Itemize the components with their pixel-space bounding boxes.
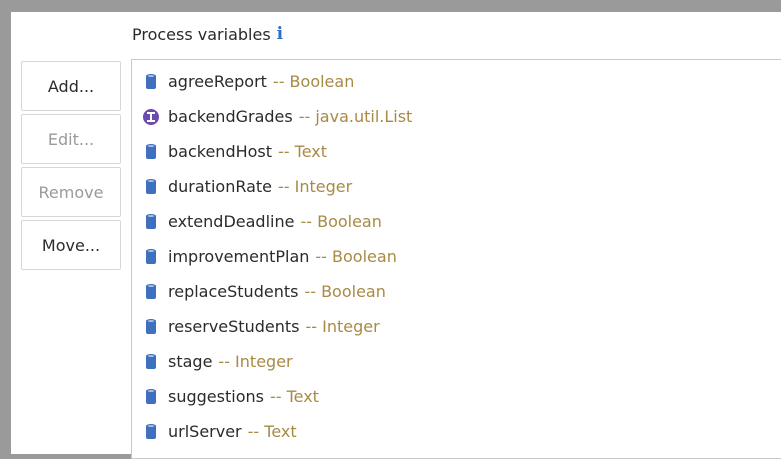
java-object-icon: [142, 107, 160, 127]
variable-type: -- Integer: [278, 177, 353, 196]
list-item[interactable]: urlServer -- Text: [132, 414, 781, 449]
cylinder-icon: [142, 422, 160, 442]
cylinder-icon: [142, 72, 160, 92]
info-icon[interactable]: i: [277, 25, 283, 43]
add-button[interactable]: Add...: [21, 61, 121, 111]
list-item[interactable]: improvementPlan -- Boolean: [132, 239, 781, 274]
list-item[interactable]: stage -- Integer: [132, 344, 781, 379]
variable-name: durationRate: [168, 177, 273, 196]
variable-type: -- Integer: [218, 352, 293, 371]
process-variables-panel: Process variables i Add... Edit... Remov…: [10, 12, 781, 459]
cylinder-icon: [142, 142, 160, 162]
variable-type: -- java.util.List: [298, 107, 413, 126]
list-item[interactable]: extendDeadline -- Boolean: [132, 204, 781, 239]
variable-type: -- Text: [269, 387, 319, 406]
variable-name: extendDeadline: [168, 212, 295, 231]
variable-name: backendHost: [168, 142, 273, 161]
list-item[interactable]: agreeReport -- Boolean: [132, 64, 781, 99]
button-column: Add... Edit... Remove Move...: [21, 61, 121, 273]
variable-name: reserveStudents: [168, 317, 300, 336]
variable-type: -- Integer: [305, 317, 380, 336]
section-title-label: Process variables: [132, 24, 271, 44]
cylinder-icon: [142, 177, 160, 197]
edit-button[interactable]: Edit...: [21, 114, 121, 164]
variable-type: -- Boolean: [272, 72, 355, 91]
cylinder-icon: [142, 212, 160, 232]
variable-type: -- Boolean: [300, 212, 382, 231]
section-title: Process variables i: [132, 22, 283, 46]
remove-button[interactable]: Remove: [21, 167, 121, 217]
variable-name: stage: [168, 352, 213, 371]
variable-type: -- Text: [247, 422, 297, 441]
variable-name: replaceStudents: [168, 282, 299, 301]
variable-type: -- Boolean: [315, 247, 397, 266]
cylinder-icon: [142, 352, 160, 372]
list-item[interactable]: backendHost -- Text: [132, 134, 781, 169]
cylinder-icon: [142, 317, 160, 337]
list-item[interactable]: suggestions -- Text: [132, 379, 781, 414]
list-item[interactable]: durationRate -- Integer: [132, 169, 781, 204]
cylinder-icon: [142, 282, 160, 302]
list-item[interactable]: reserveStudents -- Integer: [132, 309, 781, 344]
cylinder-icon: [142, 387, 160, 407]
list-item[interactable]: replaceStudents -- Boolean: [132, 274, 781, 309]
cylinder-icon: [142, 247, 160, 267]
variable-name: suggestions: [168, 387, 264, 406]
move-button[interactable]: Move...: [21, 220, 121, 270]
variable-name: agreeReport: [168, 72, 267, 91]
variables-list[interactable]: agreeReport -- Boolean backendGrades -- jav…: [131, 59, 781, 459]
list-item[interactable]: backendGrades -- java.util.List: [132, 99, 781, 134]
variable-type: -- Text: [278, 142, 328, 161]
variable-name: urlServer: [168, 422, 242, 441]
variable-name: backendGrades: [168, 107, 293, 126]
variable-name: improvementPlan: [168, 247, 310, 266]
variable-type: -- Boolean: [304, 282, 386, 301]
